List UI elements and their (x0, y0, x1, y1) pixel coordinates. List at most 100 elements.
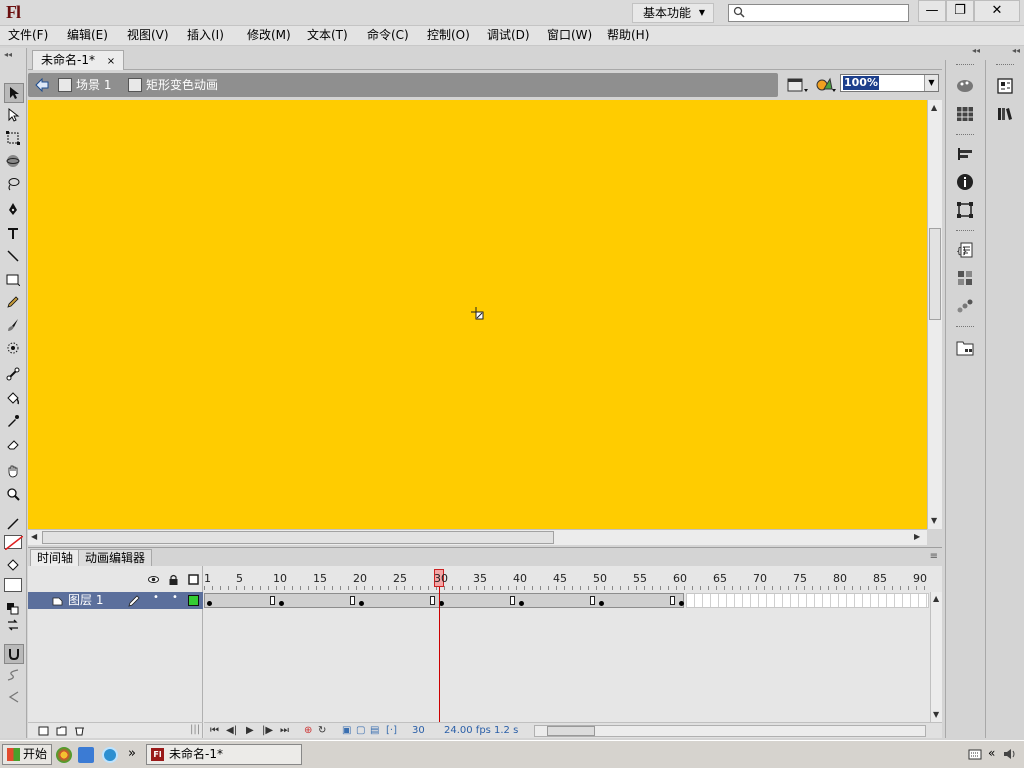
span-end-frame[interactable] (270, 596, 275, 605)
panel-menu-icon[interactable]: ≡ (930, 551, 938, 562)
more-icon[interactable]: » (128, 746, 136, 761)
menu-debug[interactable]: 调试(D) (487, 28, 530, 42)
code-snippets-icon[interactable]: {} (955, 240, 975, 260)
lock-dot-icon[interactable]: • (172, 592, 178, 603)
brush-tool[interactable] (4, 316, 24, 336)
scroll-down-icon[interactable]: ▼ (931, 516, 937, 525)
resize-grip-icon[interactable]: ||| (190, 724, 200, 735)
menu-insert[interactable]: 插入(I) (187, 28, 224, 42)
keyframe-dot[interactable] (519, 601, 524, 606)
edit-symbols-icon[interactable] (814, 75, 838, 95)
panel-grip[interactable] (996, 64, 1014, 67)
eraser-tool[interactable] (4, 435, 24, 455)
layer-outline-color[interactable] (188, 595, 199, 606)
info-icon[interactable] (955, 172, 975, 192)
straighten-button[interactable] (4, 688, 24, 708)
span-end-frame[interactable] (510, 596, 515, 605)
swatches-panel-icon[interactable] (955, 104, 975, 124)
workspace-switcher[interactable]: 基本功能 ▼ (632, 3, 714, 23)
modify-onion-markers-icon[interactable]: [·] (386, 725, 397, 736)
onion-skin-icon[interactable]: ▣ (342, 725, 351, 736)
bone-tool[interactable] (4, 365, 24, 385)
stroke-color-control[interactable] (4, 515, 24, 535)
first-frame-icon[interactable]: ⏮ (210, 725, 219, 736)
frame-ruler[interactable]: 151015202530354045505560657075808590 (204, 566, 929, 590)
menu-help[interactable]: 帮助(H) (607, 28, 649, 42)
motion-presets-icon[interactable] (955, 296, 975, 316)
play-icon[interactable]: ▶ (246, 725, 254, 736)
align-panel-icon[interactable] (955, 144, 975, 164)
3d-rotation-tool[interactable] (4, 152, 24, 172)
zoom-select[interactable]: 100% ▼ (840, 74, 939, 92)
collapse-icon[interactable]: ◂◂ (4, 50, 12, 59)
minimize-button[interactable]: — (918, 0, 946, 22)
span-end-frame[interactable] (430, 596, 435, 605)
stage[interactable] (28, 100, 927, 529)
collapse-icon[interactable]: ◂◂ (1012, 46, 1020, 55)
document-tab[interactable]: 未命名-1* × (32, 50, 125, 70)
menu-file[interactable]: 文件(F) (8, 28, 48, 42)
edit-scene-icon[interactable] (786, 75, 810, 95)
smooth-button[interactable] (4, 666, 24, 686)
collapse-icon[interactable]: ◂◂ (972, 46, 980, 55)
close-window-button[interactable]: ✕ (974, 0, 1020, 22)
lasso-tool[interactable] (4, 175, 24, 195)
line-tool[interactable] (4, 247, 24, 267)
edit-multiple-frames-icon[interactable]: ▤ (370, 725, 379, 736)
paint-bucket-tool[interactable] (4, 389, 24, 409)
fill-color-swatch[interactable] (4, 578, 22, 592)
library-icon[interactable] (995, 104, 1015, 124)
taskbar-window-item[interactable]: Fl 未命名-1* (146, 744, 302, 765)
span-end-frame[interactable] (350, 596, 355, 605)
frame-rate-readout[interactable]: 24.00 fps (444, 725, 491, 737)
loop-icon[interactable]: ↻ (318, 725, 326, 736)
lock-icon[interactable] (168, 574, 179, 585)
back-arrow-icon[interactable] (34, 77, 50, 93)
zoom-tool[interactable] (4, 485, 24, 505)
menu-window[interactable]: 窗口(W) (547, 28, 592, 42)
snap-to-objects-button[interactable] (4, 644, 24, 664)
layer-row[interactable]: 图层 1 • • (28, 592, 203, 609)
timeline-vertical-scrollbar[interactable]: ▲ ▼ (930, 592, 942, 722)
frame-row[interactable] (204, 592, 929, 609)
transform-panel-icon[interactable] (955, 200, 975, 220)
hand-tool[interactable] (4, 462, 24, 482)
scene-crumb[interactable]: 场景 1 (58, 77, 111, 93)
current-frame-readout[interactable]: 30 (412, 725, 425, 737)
project-panel-icon[interactable] (955, 338, 975, 358)
panel-grip[interactable] (956, 64, 974, 67)
subselection-tool[interactable] (4, 106, 24, 126)
panel-grip[interactable] (956, 326, 974, 329)
tab-timeline[interactable]: 时间轴 (30, 549, 81, 567)
menu-view[interactable]: 视图(V) (127, 28, 169, 42)
properties-icon[interactable] (995, 76, 1015, 96)
close-tab-icon[interactable]: × (107, 56, 115, 67)
stage-vertical-scrollbar[interactable]: ▲ ▼ (927, 100, 942, 529)
menu-control[interactable]: 控制(O) (427, 28, 470, 42)
timeline-horizontal-scrollbar[interactable] (534, 725, 926, 737)
scrollbar-thumb[interactable] (929, 228, 941, 320)
panel-grip[interactable] (956, 134, 974, 137)
pen-tool[interactable] (4, 200, 24, 220)
volume-icon[interactable] (1002, 747, 1016, 761)
restore-button[interactable]: ❐ (946, 0, 974, 22)
start-button[interactable]: 开始 (2, 744, 52, 765)
keyframe-dot[interactable] (599, 601, 604, 606)
tab-motion-editor[interactable]: 动画编辑器 (78, 549, 153, 567)
scroll-down-icon[interactable]: ▼ (933, 710, 939, 719)
last-frame-icon[interactable]: ⏭ (280, 725, 289, 736)
selection-tool[interactable] (4, 83, 24, 103)
empty-frames[interactable] (686, 593, 929, 608)
scrollbar-thumb[interactable] (42, 531, 554, 544)
keyframe-dot[interactable] (207, 601, 212, 606)
tray-expand-icon[interactable]: « (988, 746, 995, 760)
help-search-input[interactable] (728, 4, 909, 22)
eyedropper-tool[interactable] (4, 412, 24, 432)
keyframe-dot[interactable] (679, 601, 684, 606)
scroll-up-icon[interactable]: ▲ (933, 594, 939, 603)
swap-colors-button[interactable] (4, 616, 24, 636)
step-back-icon[interactable]: ◀| (226, 725, 237, 736)
text-tool[interactable] (4, 224, 24, 244)
components-icon[interactable] (955, 268, 975, 288)
keyboard-icon[interactable] (968, 747, 982, 761)
